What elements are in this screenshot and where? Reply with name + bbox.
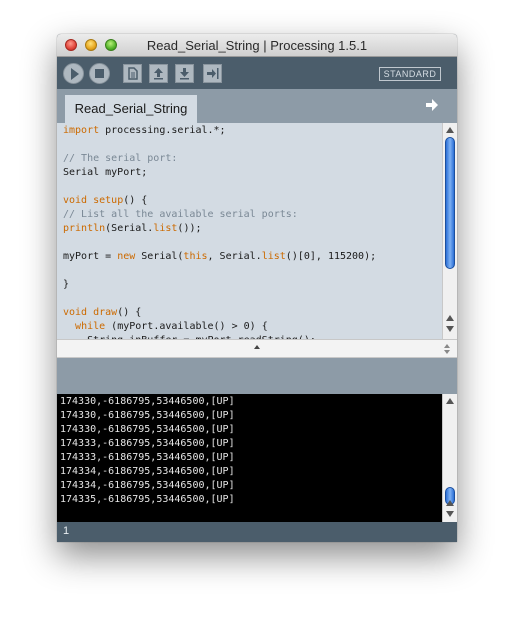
console-line: 174333,-6186795,53446500,[UP] bbox=[60, 438, 235, 449]
code-token: ()); bbox=[177, 223, 202, 234]
code-token: while bbox=[75, 321, 106, 332]
code-token: setup bbox=[93, 195, 124, 206]
scroll-up-arrow-icon[interactable] bbox=[446, 315, 454, 321]
console-line: 174334,-6186795,53446500,[UP] bbox=[60, 466, 235, 477]
console-line: 174334,-6186795,53446500,[UP] bbox=[60, 480, 235, 491]
play-icon bbox=[71, 68, 79, 80]
code-line[interactable]: // List all the available serial ports: bbox=[63, 208, 298, 222]
scroll-up-arrow-icon[interactable] bbox=[446, 398, 454, 404]
export-icon bbox=[207, 68, 219, 79]
code-token: myPort = bbox=[63, 251, 118, 262]
code-token: list bbox=[153, 223, 178, 234]
scroll-down-arrow-icon[interactable] bbox=[446, 326, 454, 332]
code-token: // List all the available serial ports: bbox=[63, 209, 298, 220]
code-line[interactable]: import processing.serial.*; bbox=[63, 124, 226, 138]
tab-bar: Read_Serial_String bbox=[57, 89, 457, 123]
arrow-down-icon bbox=[180, 68, 189, 80]
code-token: (Serial. bbox=[105, 223, 154, 234]
toolbar: STANDARD bbox=[57, 57, 457, 89]
console-line: 174330,-6186795,53446500,[UP] bbox=[60, 410, 235, 421]
message-area bbox=[57, 358, 457, 394]
editor-scroll-thumb[interactable] bbox=[445, 137, 455, 269]
code-token: ()[0], 115200); bbox=[285, 251, 377, 262]
code-line[interactable]: Serial myPort; bbox=[63, 166, 147, 180]
code-token: Serial myPort; bbox=[63, 167, 148, 178]
open-button[interactable] bbox=[149, 64, 168, 83]
scroll-up-arrow-icon[interactable] bbox=[446, 127, 454, 133]
editor-scrollbar[interactable] bbox=[442, 123, 457, 339]
stop-icon bbox=[95, 69, 104, 78]
console-line: 174330,-6186795,53446500,[UP] bbox=[60, 424, 235, 435]
arrow-up-icon bbox=[154, 68, 163, 80]
run-button[interactable] bbox=[63, 63, 84, 84]
code-token: draw bbox=[93, 307, 118, 318]
window-title: Read_Serial_String | Processing 1.5.1 bbox=[146, 38, 368, 53]
new-button[interactable] bbox=[123, 64, 142, 83]
scroll-up-arrow-icon[interactable] bbox=[446, 500, 454, 506]
code-token: } bbox=[63, 279, 70, 290]
code-token: void bbox=[63, 307, 88, 318]
code-token: list bbox=[261, 251, 286, 262]
code-line[interactable]: } bbox=[63, 278, 69, 292]
code-line[interactable]: void draw() { bbox=[63, 306, 141, 320]
split-divider[interactable] bbox=[57, 339, 457, 358]
console-scrollbar[interactable] bbox=[442, 394, 457, 522]
title-bar[interactable]: Read_Serial_String | Processing 1.5.1 bbox=[57, 34, 457, 57]
save-button[interactable] bbox=[175, 64, 194, 83]
code-token: this bbox=[183, 251, 208, 262]
code-line[interactable]: // The serial port: bbox=[63, 152, 177, 166]
divider-up-arrow-icon[interactable] bbox=[444, 344, 450, 348]
tab-menu-arrow-icon[interactable] bbox=[424, 97, 440, 113]
export-button[interactable] bbox=[203, 64, 222, 83]
new-document-icon bbox=[128, 67, 138, 80]
code-line[interactable]: myPort = new Serial(this, Serial.list()[… bbox=[63, 250, 376, 264]
console-line: 174335,-6186795,53446500,[UP] bbox=[60, 494, 235, 505]
code-token: println bbox=[63, 223, 106, 234]
code-token: void bbox=[63, 195, 88, 206]
code-editor[interactable]: import processing.serial.*; // The serial… bbox=[57, 123, 442, 339]
code-line[interactable]: println(Serial.list()); bbox=[63, 222, 202, 236]
code-token: import bbox=[63, 125, 100, 136]
line-status-bar: 1 bbox=[57, 522, 457, 542]
stop-button[interactable] bbox=[89, 63, 110, 84]
code-token: // The serial port: bbox=[63, 153, 178, 164]
code-token: (myPort.available() > 0) { bbox=[105, 321, 268, 332]
scroll-down-arrow-icon[interactable] bbox=[446, 511, 454, 517]
code-token: () { bbox=[117, 307, 142, 318]
code-token: new bbox=[117, 251, 136, 262]
divider-down-arrow-icon[interactable] bbox=[444, 350, 450, 354]
processing-window: Read_Serial_String | Processing 1.5.1 ST… bbox=[57, 34, 457, 542]
code-token: , Serial. bbox=[207, 251, 262, 262]
code-token: processing.serial.*; bbox=[99, 125, 226, 136]
line-number: 1 bbox=[63, 525, 70, 537]
tab-read-serial-string[interactable]: Read_Serial_String bbox=[65, 95, 197, 123]
console-line: 174333,-6186795,53446500,[UP] bbox=[60, 452, 235, 463]
code-token: () { bbox=[123, 195, 148, 206]
code-token: Serial( bbox=[135, 251, 184, 262]
code-line[interactable]: void setup() { bbox=[63, 194, 147, 208]
console-line: 174330,-6186795,53446500,[UP] bbox=[60, 396, 235, 407]
console-output[interactable]: 174330,-6186795,53446500,[UP] 174330,-618… bbox=[57, 394, 442, 522]
divider-grip-icon[interactable] bbox=[254, 345, 260, 349]
code-line[interactable]: while (myPort.available() > 0) { bbox=[63, 320, 268, 334]
mode-selector-button[interactable]: STANDARD bbox=[379, 67, 441, 81]
